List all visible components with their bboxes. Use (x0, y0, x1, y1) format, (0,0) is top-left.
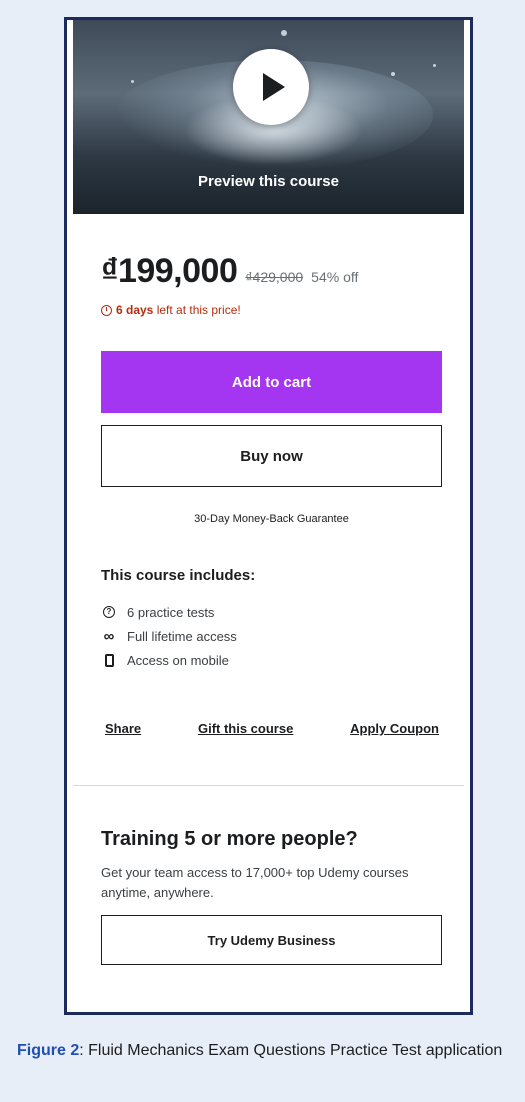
business-title: Training 5 or more people? (101, 828, 358, 850)
mobile-icon (101, 652, 117, 668)
includes-title: This course includes: (101, 567, 256, 584)
share-link[interactable]: Share (105, 721, 141, 736)
list-item: ? 6 practice tests (101, 600, 237, 624)
water-droplet (281, 30, 287, 36)
action-links: Share Gift this course Apply Coupon (105, 721, 439, 736)
timer-text: left at this price! (153, 303, 241, 317)
price-timer: 6 days left at this price! (101, 303, 241, 317)
apply-coupon-link[interactable]: Apply Coupon (350, 721, 439, 736)
play-button[interactable] (233, 49, 309, 125)
try-udemy-business-button[interactable]: Try Udemy Business (101, 915, 442, 965)
preview-label: Preview this course (198, 173, 339, 190)
water-droplet (131, 80, 134, 83)
infinity-icon: ∞ (103, 627, 115, 645)
water-droplet (433, 64, 436, 67)
figure-caption-text: : Fluid Mechanics Exam Questions Practic… (79, 1042, 503, 1059)
section-divider (73, 785, 464, 786)
figure-caption: Figure 2: Fluid Mechanics Exam Questions… (17, 1040, 517, 1062)
discount-label: 54% off (311, 269, 359, 285)
gift-course-link[interactable]: Gift this course (198, 721, 293, 736)
course-purchase-card: Preview this course ₫199,000 ₫429,000 54… (64, 17, 473, 1015)
includes-list: ? 6 practice tests ∞ Full lifetime acces… (101, 600, 237, 672)
alarm-clock-icon (101, 304, 112, 316)
list-item: ∞ Full lifetime access (101, 624, 237, 648)
add-to-cart-button[interactable]: Add to cart (101, 351, 442, 413)
business-description: Get your team access to 17,000+ top Udem… (101, 865, 409, 900)
play-icon (263, 73, 285, 101)
include-label: 6 practice tests (127, 604, 215, 620)
list-item: Access on mobile (101, 648, 237, 672)
timer-days: 6 days (116, 303, 154, 317)
water-droplet (391, 72, 395, 76)
include-label: Full lifetime access (127, 628, 237, 644)
include-label: Access on mobile (127, 652, 229, 668)
original-price: ₫429,000 (245, 269, 304, 285)
figure-label: Figure 2 (17, 1042, 80, 1059)
buy-now-button[interactable]: Buy now (101, 425, 442, 487)
course-preview-video[interactable]: Preview this course (73, 20, 464, 214)
money-back-guarantee: 30-Day Money-Back Guarantee (194, 513, 349, 525)
price-row: ₫199,000 ₫429,000 54% off (101, 252, 358, 291)
current-price: ₫199,000 (101, 252, 238, 290)
question-circle-icon: ? (101, 604, 117, 620)
